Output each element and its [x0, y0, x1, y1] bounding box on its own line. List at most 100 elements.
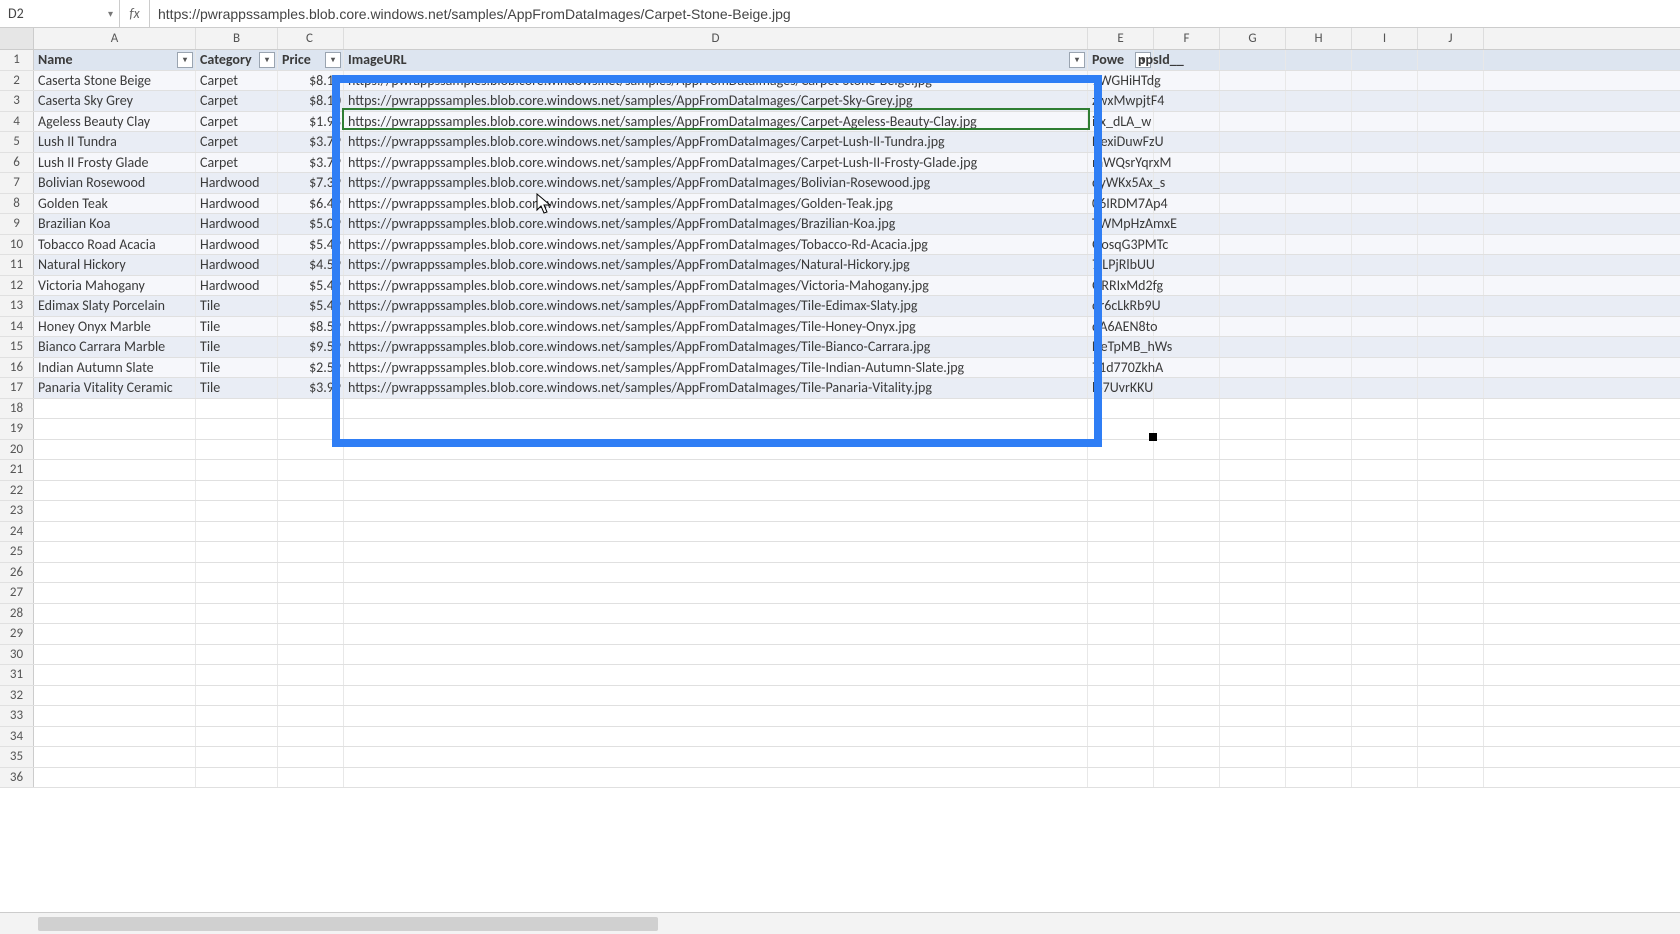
header-powerappsid[interactable]: Powe ▾ ppsId__ — [1088, 50, 1154, 70]
cell-name[interactable]: Indian Autumn Slate — [34, 358, 196, 378]
cell-name[interactable]: Bianco Carrara Marble — [34, 337, 196, 357]
row-header[interactable]: 7 — [0, 173, 34, 193]
name-box[interactable]: D2 ▾ — [0, 0, 120, 27]
cell[interactable] — [1286, 399, 1352, 419]
cell[interactable] — [1220, 153, 1286, 173]
cell-price[interactable]: $4.59 — [278, 255, 344, 275]
cell[interactable] — [1352, 337, 1418, 357]
cell-powerappsid[interactable]: 7lLPjRlbUU — [1088, 255, 1154, 275]
cell-imageurl[interactable]: https://pwrappssamples.blob.core.windows… — [344, 112, 1088, 132]
cell-category[interactable]: Carpet — [196, 71, 278, 91]
cell[interactable] — [1418, 604, 1484, 624]
cell[interactable] — [34, 440, 196, 460]
cell[interactable] — [34, 583, 196, 603]
cell[interactable] — [34, 481, 196, 501]
row-header[interactable]: 5 — [0, 132, 34, 152]
cell[interactable] — [1220, 317, 1286, 337]
filter-button[interactable]: ▾ — [259, 52, 275, 68]
cell[interactable] — [1352, 522, 1418, 542]
cell[interactable] — [278, 686, 344, 706]
cell[interactable] — [1418, 276, 1484, 296]
cell[interactable] — [278, 440, 344, 460]
row-header[interactable]: 6 — [0, 153, 34, 173]
cell-imageurl[interactable]: https://pwrappssamples.blob.core.windows… — [344, 91, 1088, 111]
cell[interactable] — [1352, 317, 1418, 337]
cell[interactable] — [278, 399, 344, 419]
cell[interactable] — [196, 747, 278, 767]
row-header[interactable]: 31 — [0, 665, 34, 685]
cell[interactable] — [1154, 768, 1220, 788]
cell[interactable] — [1352, 583, 1418, 603]
cell[interactable] — [1418, 563, 1484, 583]
cell-powerappsid[interactable]: DexiDuwFzU — [1088, 132, 1154, 152]
cell[interactable] — [1352, 112, 1418, 132]
cell-powerappsid[interactable]: itx_dLA_w — [1088, 112, 1154, 132]
cell[interactable] — [278, 747, 344, 767]
cell[interactable] — [196, 624, 278, 644]
cell[interactable] — [1154, 255, 1220, 275]
cell[interactable] — [1286, 440, 1352, 460]
cell[interactable] — [1286, 378, 1352, 398]
header-imageurl[interactable]: ImageURL ▾ — [344, 50, 1088, 70]
cell[interactable] — [1220, 604, 1286, 624]
cell[interactable] — [1088, 542, 1154, 562]
cell[interactable] — [1088, 399, 1154, 419]
row-header[interactable]: 27 — [0, 583, 34, 603]
cell[interactable] — [1286, 522, 1352, 542]
cell[interactable] — [1352, 71, 1418, 91]
cell[interactable] — [1286, 112, 1352, 132]
cell-powerappsid[interactable]: DeTpMB_hWs — [1088, 337, 1154, 357]
cell-powerappsid[interactable]: TWMpHzAmxE — [1088, 214, 1154, 234]
row-header[interactable]: 17 — [0, 378, 34, 398]
cell[interactable] — [1154, 727, 1220, 747]
cell[interactable] — [1154, 583, 1220, 603]
row-header[interactable]: 9 — [0, 214, 34, 234]
cell[interactable] — [1088, 686, 1154, 706]
cell-name[interactable]: Brazilian Koa — [34, 214, 196, 234]
cell[interactable] — [278, 419, 344, 439]
cell[interactable] — [1286, 460, 1352, 480]
cell[interactable] — [1286, 481, 1352, 501]
cell-imageurl[interactable]: https://pwrappssamples.blob.core.windows… — [344, 378, 1088, 398]
row-header[interactable]: 10 — [0, 235, 34, 255]
cell[interactable] — [1154, 378, 1220, 398]
cell-category[interactable]: Carpet — [196, 91, 278, 111]
cell[interactable] — [278, 522, 344, 542]
cell-imageurl[interactable]: https://pwrappssamples.blob.core.windows… — [344, 255, 1088, 275]
cell[interactable] — [1088, 624, 1154, 644]
sheet-tab-strip[interactable] — [0, 912, 1680, 934]
cell[interactable] — [1352, 706, 1418, 726]
cell[interactable] — [196, 727, 278, 747]
cell-powerappsid[interactable]: 06IRDM7Ap4 — [1088, 194, 1154, 214]
cell[interactable] — [1154, 542, 1220, 562]
cell-powerappsid[interactable]: QosqG3PMTc — [1088, 235, 1154, 255]
cell[interactable] — [1154, 399, 1220, 419]
row-header[interactable]: 26 — [0, 563, 34, 583]
cell-imageurl[interactable]: https://pwrappssamples.blob.core.windows… — [344, 71, 1088, 91]
cell[interactable] — [344, 501, 1088, 521]
cell[interactable] — [1154, 665, 1220, 685]
col-header-E[interactable]: E — [1088, 28, 1154, 49]
row-header[interactable]: 32 — [0, 686, 34, 706]
cell[interactable] — [1286, 501, 1352, 521]
cell[interactable] — [1220, 358, 1286, 378]
cell[interactable] — [1352, 153, 1418, 173]
cell[interactable] — [1220, 727, 1286, 747]
cell-price[interactable]: $1.98 — [278, 112, 344, 132]
cell[interactable] — [1154, 173, 1220, 193]
row-header[interactable]: 19 — [0, 419, 34, 439]
cell-category[interactable]: Hardwood — [196, 255, 278, 275]
cell[interactable] — [1352, 399, 1418, 419]
cell[interactable] — [1418, 112, 1484, 132]
cell[interactable] — [1286, 71, 1352, 91]
cell-powerappsid[interactable]: or6cLkRb9U — [1088, 296, 1154, 316]
cell[interactable] — [34, 542, 196, 562]
cell[interactable] — [1088, 481, 1154, 501]
cell-price[interactable]: $3.99 — [278, 378, 344, 398]
cell-price[interactable]: $5.09 — [278, 214, 344, 234]
cell[interactable] — [1352, 563, 1418, 583]
cell-imageurl[interactable]: https://pwrappssamples.blob.core.windows… — [344, 235, 1088, 255]
cell[interactable] — [344, 563, 1088, 583]
cell-name[interactable]: Victoria Mahogany — [34, 276, 196, 296]
cell-imageurl[interactable]: https://pwrappssamples.blob.core.windows… — [344, 296, 1088, 316]
